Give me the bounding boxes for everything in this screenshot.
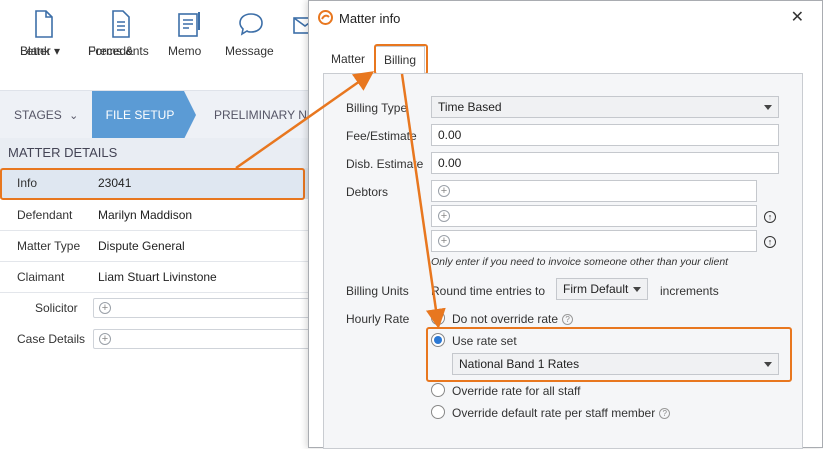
arrow-billing-to-rate-set (400, 73, 446, 329)
annotation-arrows (235, 71, 446, 329)
arrow-info-to-billing (235, 71, 375, 170)
